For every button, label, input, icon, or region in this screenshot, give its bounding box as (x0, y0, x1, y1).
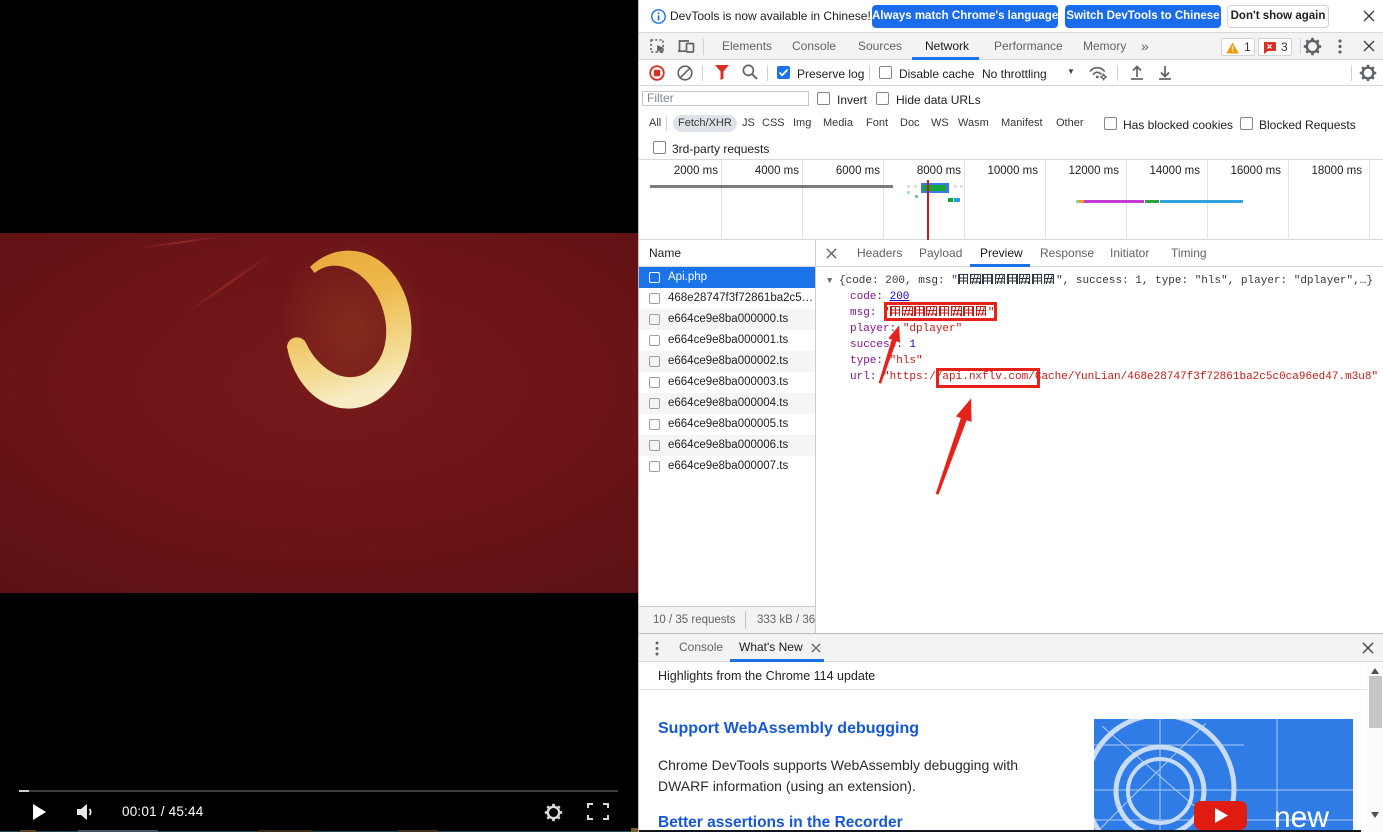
svg-text:new: new (1274, 801, 1329, 830)
